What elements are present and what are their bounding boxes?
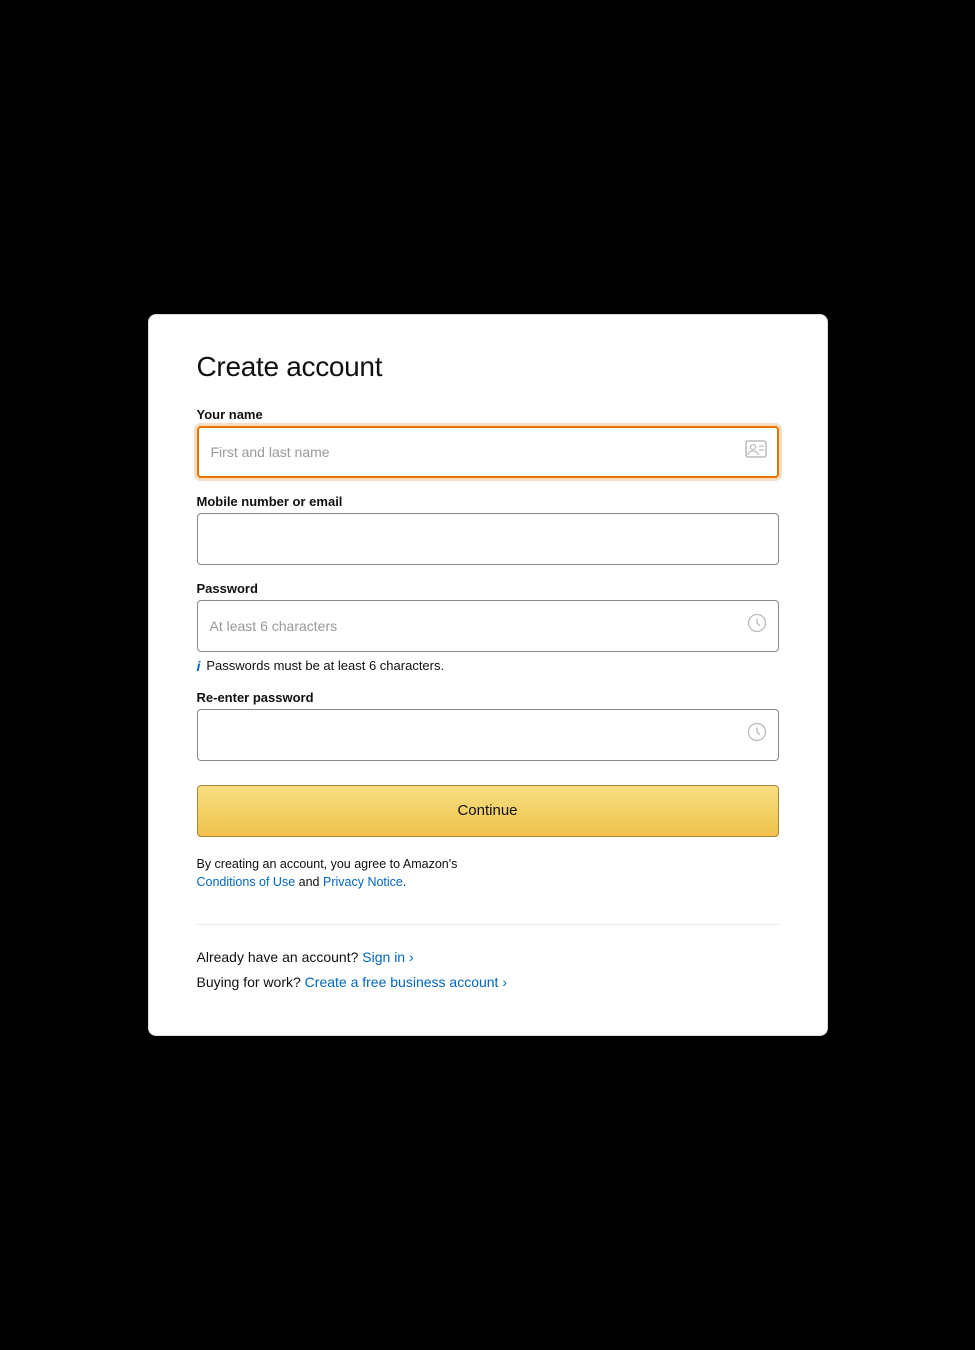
business-link[interactable]: Create a free business account › [305,974,507,990]
terms-text: By creating an account, you agree to Ama… [197,855,779,893]
terms-prefix: By creating an account, you agree to Ama… [197,857,458,871]
signin-arrow: › [409,949,414,965]
password-hint: i Passwords must be at least 6 character… [197,658,779,674]
continue-button[interactable]: Continue [197,785,779,837]
business-arrow: › [502,974,507,990]
info-icon: i [197,658,201,674]
password-input[interactable] [197,600,779,652]
privacy-link[interactable]: Privacy Notice [323,875,403,889]
name-input-wrapper [197,426,779,478]
name-input[interactable] [197,426,779,478]
signin-line: Already have an account? Sign in › [197,945,779,970]
business-line: Buying for work? Create a free business … [197,970,779,995]
name-label: Your name [197,407,779,422]
reenter-input-wrapper [197,709,779,761]
password-form-group: Password i Passwords must be at least 6 … [197,581,779,674]
terms-and: and [299,875,323,889]
email-form-group: Mobile number or email [197,494,779,565]
page-title: Create account [197,351,779,383]
signin-prefix: Already have an account? [197,949,359,965]
terms-period: . [403,875,406,889]
create-account-card: Create account Your name Mobile number o… [148,314,828,1037]
password-hint-text: Passwords must be at least 6 characters. [206,658,444,673]
business-prefix: Buying for work? [197,974,301,990]
password-label: Password [197,581,779,596]
email-label: Mobile number or email [197,494,779,509]
account-links: Already have an account? Sign in › Buyin… [197,945,779,995]
reenter-password-input[interactable] [197,709,779,761]
section-divider [197,924,779,925]
reenter-password-form-group: Re-enter password [197,690,779,761]
reenter-label: Re-enter password [197,690,779,705]
password-input-wrapper [197,600,779,652]
email-input-wrapper [197,513,779,565]
signin-link[interactable]: Sign in › [362,949,413,965]
conditions-link[interactable]: Conditions of Use [197,875,296,889]
email-input[interactable] [197,513,779,565]
name-form-group: Your name [197,407,779,478]
